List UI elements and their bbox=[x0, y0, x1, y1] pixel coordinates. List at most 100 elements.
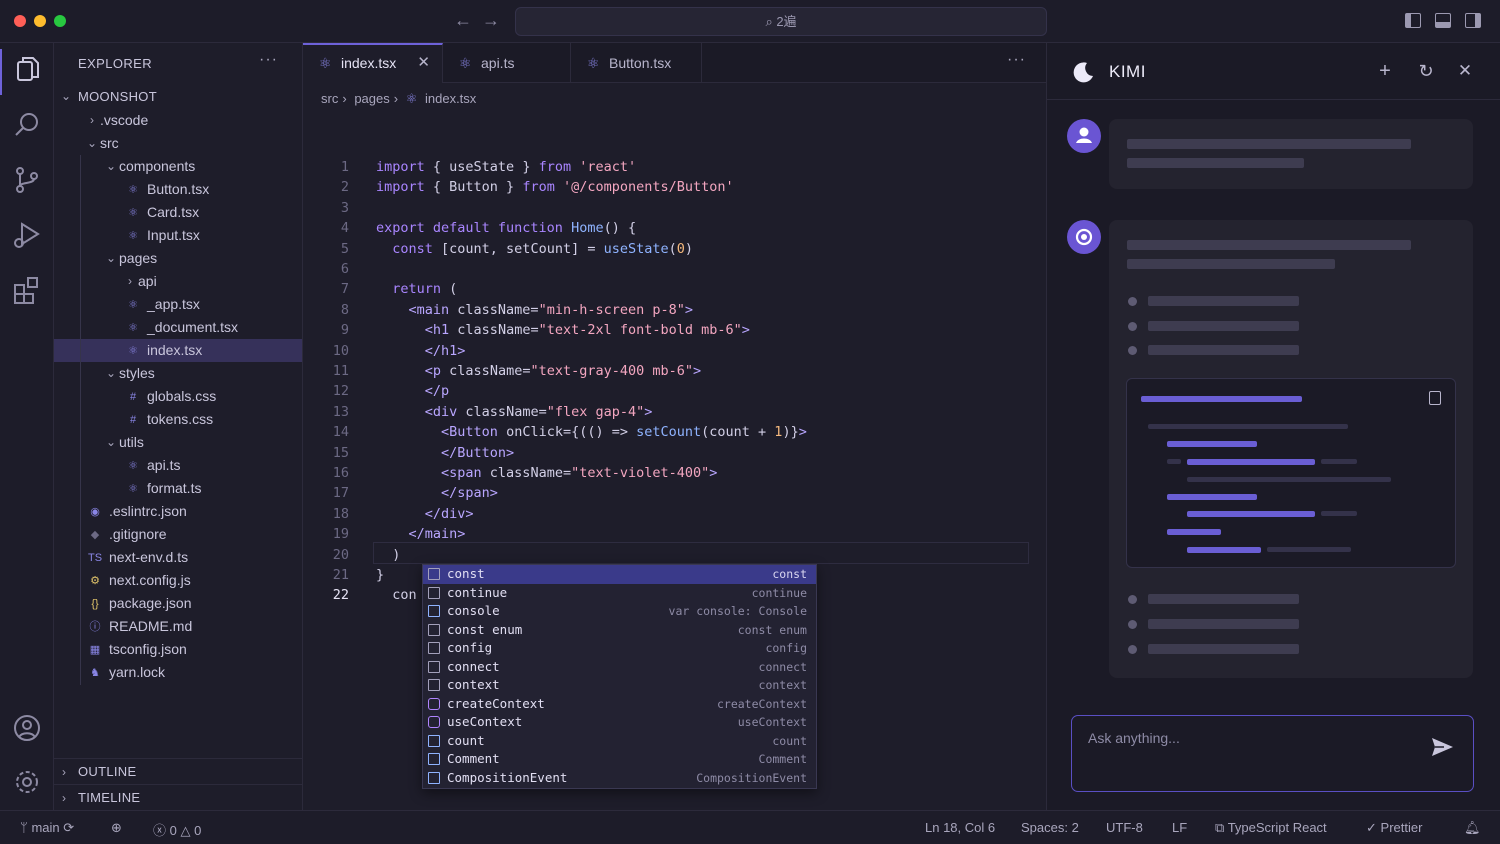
more-actions-icon[interactable]: ··· bbox=[259, 51, 278, 69]
tree-file[interactable]: {} package.json bbox=[54, 592, 302, 615]
tree-file[interactable]: ⓘ README.md bbox=[54, 615, 302, 638]
code-line[interactable]: 5 const [count, setCount] = useState(0) bbox=[303, 239, 1046, 259]
code-line[interactable]: 10 </h1> bbox=[303, 341, 1046, 361]
tree-file[interactable]: ⚛ Card.tsx bbox=[54, 201, 302, 224]
close-icon[interactable]: ✕ bbox=[1453, 59, 1477, 83]
cursor-position[interactable]: Ln 18, Col 6 bbox=[925, 820, 995, 835]
encoding[interactable]: UTF-8 bbox=[1106, 820, 1143, 835]
tree-file[interactable]: ⚙ next.config.js bbox=[54, 569, 302, 592]
tree-folder[interactable]: › api bbox=[54, 270, 302, 293]
refresh-icon[interactable]: ↻ bbox=[1414, 59, 1438, 83]
code-line[interactable]: 4 export default function Home() { bbox=[303, 218, 1046, 238]
code-line[interactable]: 19 </main> bbox=[303, 524, 1046, 544]
send-icon[interactable] bbox=[1429, 734, 1455, 760]
suggestion-item[interactable]: useContext useContext bbox=[423, 713, 816, 732]
new-chat-plus-icon[interactable]: + bbox=[1373, 59, 1397, 83]
tree-folder[interactable]: ⌄ src bbox=[54, 132, 302, 155]
suggestion-item[interactable]: Comment Comment bbox=[423, 750, 816, 769]
window-maximize-button[interactable] bbox=[54, 15, 66, 27]
tree-file[interactable]: ⚛ format.ts bbox=[54, 477, 302, 500]
code-line[interactable]: 6 bbox=[303, 259, 1046, 279]
breadcrumb-item[interactable]: index.tsx bbox=[425, 91, 476, 106]
tree-file[interactable]: ⚛ api.ts bbox=[54, 454, 302, 477]
tree-file[interactable]: ⚛ Input.tsx bbox=[54, 224, 302, 247]
breadcrumb-item[interactable]: src bbox=[321, 91, 338, 106]
breadcrumb-item[interactable]: pages bbox=[354, 91, 389, 106]
window-minimize-button[interactable] bbox=[34, 15, 46, 27]
toggle-secondary-sidebar-icon[interactable] bbox=[1465, 13, 1481, 28]
toggle-panel-icon[interactable] bbox=[1435, 13, 1451, 28]
run-debug-icon[interactable] bbox=[10, 218, 44, 252]
branch-status[interactable]: ᛘ main ⟳ bbox=[20, 820, 74, 836]
explorer-files-icon[interactable] bbox=[10, 53, 44, 87]
code-line[interactable]: 2 import { Button } from '@/components/Bu… bbox=[303, 177, 1046, 197]
window-close-button[interactable] bbox=[14, 15, 26, 27]
toggle-primary-sidebar-icon[interactable] bbox=[1405, 13, 1421, 28]
code-line[interactable]: 14 <Button onClick={(() => setCount(coun… bbox=[303, 422, 1046, 442]
tab-api-ts[interactable]: ⚛ api.ts bbox=[443, 43, 571, 83]
tree-folder[interactable]: ⌄ components bbox=[54, 155, 302, 178]
suggestion-item[interactable]: connect connect bbox=[423, 658, 816, 677]
back-arrow-icon[interactable]: ← bbox=[454, 10, 472, 31]
suggestion-item[interactable]: count count bbox=[423, 732, 816, 751]
end-of-line[interactable]: LF bbox=[1172, 820, 1187, 835]
suggestion-item[interactable]: config config bbox=[423, 639, 816, 658]
tab-index-tsx[interactable]: ⚛ index.tsx ✕ bbox=[303, 43, 443, 83]
problems-status[interactable]: ⓧ 0 △ 0 bbox=[153, 820, 201, 839]
tree-file[interactable]: ⚛ _document.tsx bbox=[54, 316, 302, 339]
code-line[interactable]: 3 bbox=[303, 198, 1046, 218]
live-share-icon[interactable]: ⊕ bbox=[111, 820, 122, 836]
workspace-root[interactable]: ⌄ MOONSHOT bbox=[54, 85, 302, 108]
ask-input[interactable] bbox=[1088, 730, 1408, 746]
code-line[interactable]: 16 <span className="text-violet-400"> bbox=[303, 463, 1046, 483]
tab-button-tsx[interactable]: ⚛ Button.tsx bbox=[571, 43, 702, 83]
suggestion-item[interactable]: CompositionEvent CompositionEvent bbox=[423, 769, 816, 788]
search-icon[interactable] bbox=[10, 108, 44, 142]
tree-folder[interactable]: ⌄ utils bbox=[54, 431, 302, 454]
code-line[interactable]: 9 <h1 className="text-2xl font-bold mb-6… bbox=[303, 320, 1046, 340]
indentation[interactable]: Spaces: 2 bbox=[1021, 820, 1079, 835]
source-control-icon[interactable] bbox=[10, 163, 44, 197]
tree-file[interactable]: TS next-env.d.ts bbox=[54, 546, 302, 569]
code-line[interactable]: 1 import { useState } from 'react' bbox=[303, 157, 1046, 177]
timeline-section[interactable]: › TIMELINE bbox=[54, 784, 302, 810]
tree-file[interactable]: ◆ .gitignore bbox=[54, 523, 302, 546]
suggestion-item[interactable]: continue continue bbox=[423, 584, 816, 603]
suggestion-item[interactable]: const const bbox=[423, 565, 816, 584]
suggestion-item[interactable]: context context bbox=[423, 676, 816, 695]
code-line[interactable]: 20 ) bbox=[303, 545, 1046, 565]
tree-folder[interactable]: ⌄ pages bbox=[54, 247, 302, 270]
account-icon[interactable] bbox=[10, 711, 44, 745]
code-line[interactable]: 8 <main className="min-h-screen p-8"> bbox=[303, 300, 1046, 320]
code-line[interactable]: 13 <div className="flex gap-4"> bbox=[303, 402, 1046, 422]
copy-icon[interactable] bbox=[1429, 391, 1441, 405]
suggestion-item[interactable]: createContext createContext bbox=[423, 695, 816, 714]
code-line[interactable]: 7 return ( bbox=[303, 279, 1046, 299]
tree-file[interactable]: # globals.css bbox=[54, 385, 302, 408]
tree-file[interactable]: ▦ tsconfig.json bbox=[54, 638, 302, 661]
code-line[interactable]: 12 </p bbox=[303, 381, 1046, 401]
suggestion-item[interactable]: console var console: Console bbox=[423, 602, 816, 621]
code-line[interactable]: 15 </Button> bbox=[303, 443, 1046, 463]
tree-file[interactable]: ◉ .eslintrc.json bbox=[54, 500, 302, 523]
notifications-bell-icon[interactable]: 🔔︎ bbox=[1464, 820, 1481, 836]
tree-file[interactable]: # tokens.css bbox=[54, 408, 302, 431]
code-line[interactable]: 18 </div> bbox=[303, 504, 1046, 524]
outline-section[interactable]: › OUTLINE bbox=[54, 758, 302, 784]
code-line[interactable]: 11 <p className="text-gray-400 mb-6"> bbox=[303, 361, 1046, 381]
code-line[interactable]: 17 </span> bbox=[303, 483, 1046, 503]
tree-file[interactable]: ⚛ _app.tsx bbox=[54, 293, 302, 316]
extensions-icon[interactable] bbox=[10, 273, 44, 307]
suggestion-item[interactable]: const enum const enum bbox=[423, 621, 816, 640]
more-actions-icon[interactable]: ··· bbox=[1007, 51, 1026, 69]
tree-folder[interactable]: › .vscode bbox=[54, 109, 302, 132]
language-mode[interactable]: ⧉ TypeScript React bbox=[1215, 820, 1327, 836]
tree-file[interactable]: ♞ yarn.lock bbox=[54, 661, 302, 684]
forward-arrow-icon[interactable]: → bbox=[482, 10, 500, 31]
tree-file[interactable]: ⚛ Button.tsx bbox=[54, 178, 302, 201]
close-icon[interactable]: ✕ bbox=[417, 45, 430, 81]
tree-folder[interactable]: ⌄ styles bbox=[54, 362, 302, 385]
command-center-search[interactable]: ⌕ 2遍 bbox=[515, 7, 1047, 36]
tree-file[interactable]: ⚛ index.tsx bbox=[54, 339, 302, 362]
settings-gear-icon[interactable] bbox=[10, 765, 44, 799]
